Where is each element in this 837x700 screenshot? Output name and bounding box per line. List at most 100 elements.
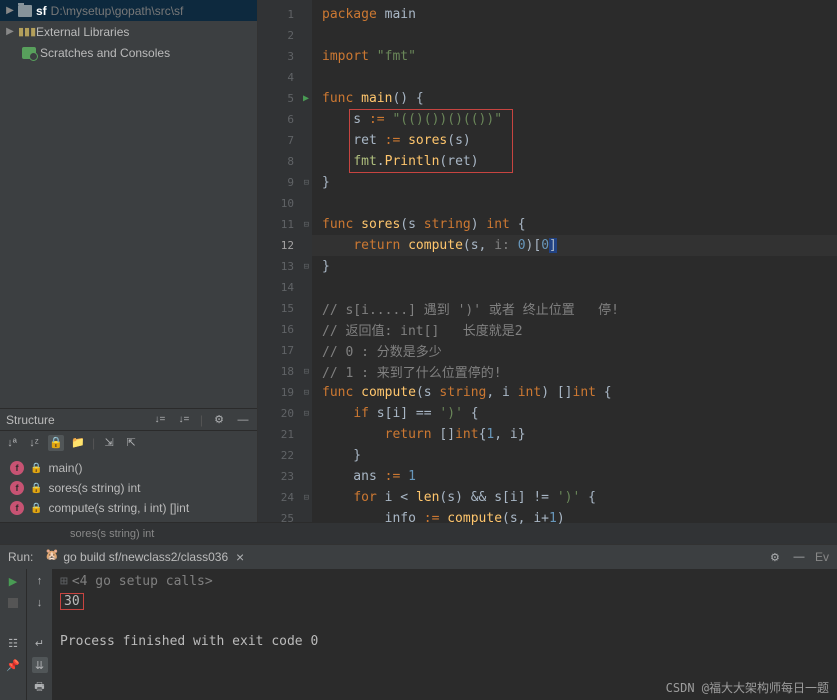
project-tree[interactable]: ▶ sf D:\mysetup\gopath\src\sf ▶ ▮▮▮ Exte… xyxy=(0,0,257,408)
code-line[interactable] xyxy=(312,193,837,214)
wrap-icon[interactable]: ↵ xyxy=(32,635,48,651)
gutter-line[interactable]: 17 xyxy=(258,340,312,361)
gutter-line[interactable]: 4 xyxy=(258,67,312,88)
code-line[interactable]: package main xyxy=(312,4,837,25)
lock-icon: 🔒 xyxy=(30,503,42,514)
code-line[interactable]: // 0 : 分数是多少 xyxy=(312,340,837,361)
code-line[interactable]: } xyxy=(312,256,837,277)
fold-icon[interactable]: ⊟ xyxy=(304,220,309,230)
code-line[interactable]: s := "(()())()(())" xyxy=(312,109,837,130)
print-icon[interactable]: 🖶 xyxy=(32,679,48,695)
code-line[interactable]: import "fmt" xyxy=(312,46,837,67)
chevron-right-icon[interactable]: ▶ xyxy=(6,26,14,37)
line-gutter[interactable]: 12345▶6789⊟1011⊟1213⊟1415161718⊟19⊟20⊟21… xyxy=(258,0,312,522)
run-output[interactable]: ⊞ <4 go setup calls> 30 Process finished… xyxy=(52,569,837,700)
gutter-line[interactable]: 23 xyxy=(258,466,312,487)
sort-icon[interactable] xyxy=(152,412,168,428)
fold-icon[interactable]: ⊟ xyxy=(304,367,309,377)
code-line[interactable]: for i < len(s) && s[i] != ')' { xyxy=(312,487,837,508)
gear-icon[interactable] xyxy=(211,412,227,428)
collapse-icon[interactable]: ⇱ xyxy=(123,435,139,451)
pin-icon[interactable]: 📌 xyxy=(5,657,21,673)
minimize-icon[interactable] xyxy=(235,412,251,428)
code-line[interactable]: func main() { xyxy=(312,88,837,109)
code-line[interactable]: func compute(s string, i int) []int { xyxy=(312,382,837,403)
run-gutter-icon[interactable]: ▶ xyxy=(303,93,309,104)
gutter-line[interactable]: 9⊟ xyxy=(258,172,312,193)
gutter-line[interactable]: 1 xyxy=(258,4,312,25)
code-line[interactable] xyxy=(312,25,837,46)
structure-title: Structure xyxy=(6,413,144,427)
gutter-line[interactable]: 25 xyxy=(258,508,312,529)
external-libraries[interactable]: ▶ ▮▮▮ External Libraries xyxy=(0,21,257,42)
folder-icon[interactable]: 📁 xyxy=(70,435,86,451)
gear-icon[interactable] xyxy=(767,549,783,565)
layout-icon[interactable]: ☷ xyxy=(5,635,21,651)
code-line[interactable]: } xyxy=(312,172,837,193)
code-line[interactable] xyxy=(312,67,837,88)
fold-icon[interactable]: ⊟ xyxy=(304,262,309,272)
code-line[interactable]: // s[i.....] 遇到 ')' 或者 终止位置 停! xyxy=(312,298,837,319)
output-value: 30 xyxy=(60,593,84,610)
code-line[interactable]: return []int{1, i} xyxy=(312,424,837,445)
code-line[interactable]: ret := sores(s) xyxy=(312,130,837,151)
down-icon[interactable]: ↓ xyxy=(32,595,48,611)
up-icon[interactable]: ↑ xyxy=(32,573,48,589)
fold-icon[interactable]: ⊟ xyxy=(304,388,309,398)
fold-icon[interactable]: ⊟ xyxy=(304,493,309,503)
sort-az-icon[interactable]: ↓ª xyxy=(4,435,20,451)
structure-item-label: sores(s string) int xyxy=(48,481,140,495)
code-line[interactable]: return compute(s, i: 0)[0] xyxy=(312,235,837,256)
stop-icon[interactable] xyxy=(5,595,21,611)
project-path: D:\mysetup\gopath\src\sf xyxy=(51,4,184,18)
gutter-line[interactable]: 5▶ xyxy=(258,88,312,109)
code-line[interactable]: if s[i] == ')' { xyxy=(312,403,837,424)
minimize-icon[interactable] xyxy=(791,549,807,565)
code-line[interactable]: fmt.Println(ret) xyxy=(312,151,837,172)
run-tab[interactable]: go build sf/newclass2/class036 xyxy=(41,547,252,567)
gutter-line[interactable]: 6 xyxy=(258,109,312,130)
gutter-line[interactable]: 7 xyxy=(258,130,312,151)
code-line[interactable]: } xyxy=(312,445,837,466)
sort-za-icon[interactable]: ↓ᶻ xyxy=(26,435,42,451)
scratches-consoles[interactable]: Scratches and Consoles xyxy=(0,42,257,63)
project-root[interactable]: ▶ sf D:\mysetup\gopath\src\sf xyxy=(0,0,257,21)
gutter-line[interactable]: 21 xyxy=(258,424,312,445)
gutter-line[interactable]: 19⊟ xyxy=(258,382,312,403)
code-line[interactable]: info := compute(s, i+1) xyxy=(312,508,837,529)
gutter-line[interactable]: 20⊟ xyxy=(258,403,312,424)
fold-icon[interactable]: ⊟ xyxy=(304,178,309,188)
gutter-line[interactable]: 2 xyxy=(258,25,312,46)
chevron-right-icon[interactable]: ▶ xyxy=(6,5,14,16)
code-line[interactable]: // 返回值: int[] 长度就是2 xyxy=(312,319,837,340)
structure-item-main[interactable]: f 🔒 main() xyxy=(0,458,257,478)
gutter-line[interactable]: 18⊟ xyxy=(258,361,312,382)
gutter-line[interactable]: 15 xyxy=(258,298,312,319)
library-icon: ▮▮▮ xyxy=(18,25,32,38)
lock-icon[interactable]: 🔒 xyxy=(48,435,64,451)
gutter-line[interactable]: 16 xyxy=(258,319,312,340)
fold-icon[interactable]: ⊟ xyxy=(304,409,309,419)
gutter-line[interactable]: 10 xyxy=(258,193,312,214)
expand-icon[interactable]: ⇲ xyxy=(101,435,117,451)
code-line[interactable] xyxy=(312,277,837,298)
close-tab-icon[interactable] xyxy=(232,549,248,565)
structure-item-sores[interactable]: f 🔒 sores(s string) int xyxy=(0,478,257,498)
gutter-line[interactable]: 22 xyxy=(258,445,312,466)
gutter-line[interactable]: 24⊟ xyxy=(258,487,312,508)
gutter-line[interactable]: 12 xyxy=(258,235,312,256)
code-line[interactable]: func sores(s string) int { xyxy=(312,214,837,235)
gutter-line[interactable]: 8 xyxy=(258,151,312,172)
gutter-line[interactable]: 13⊟ xyxy=(258,256,312,277)
scroll-icon[interactable]: ⇊ xyxy=(32,657,48,673)
gutter-line[interactable]: 14 xyxy=(258,277,312,298)
function-badge-icon: f xyxy=(10,481,24,495)
run-icon[interactable]: ▶ xyxy=(5,573,21,589)
sort-icon-2[interactable] xyxy=(176,412,192,428)
gutter-line[interactable]: 3 xyxy=(258,46,312,67)
code-line[interactable]: // 1 : 来到了什么位置停的! xyxy=(312,361,837,382)
code-line[interactable]: ans := 1 xyxy=(312,466,837,487)
structure-item-compute[interactable]: f 🔒 compute(s string, i int) []int xyxy=(0,498,257,518)
gutter-line[interactable]: 11⊟ xyxy=(258,214,312,235)
code-editor[interactable]: package main import "fmt" func main() { s … xyxy=(312,0,837,522)
